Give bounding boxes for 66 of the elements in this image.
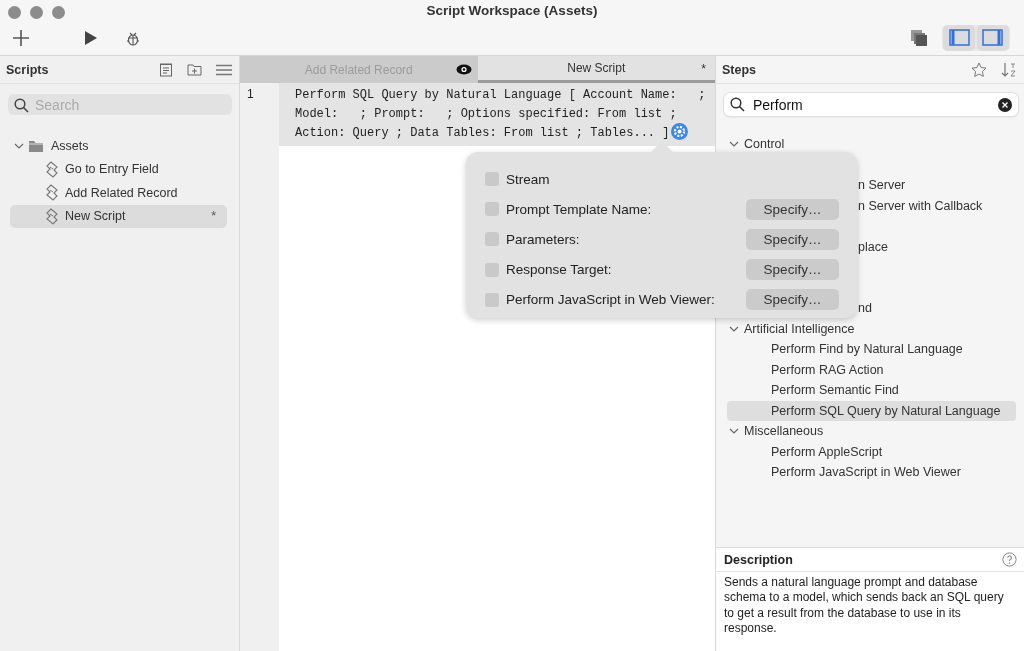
search-icon: [730, 97, 745, 112]
checkbox[interactable]: [485, 232, 499, 247]
option-label: Perform JavaScript in Web Viewer:: [506, 292, 715, 308]
zoom-button[interactable]: [52, 5, 65, 19]
play-icon[interactable]: [84, 30, 98, 46]
bug-icon[interactable]: [126, 30, 140, 46]
script-item[interactable]: Add Related Record: [10, 181, 227, 205]
description-text: Sends a natural language prompt and database schema to a model, which sends back an SQL query to get a result from the database to use in its response.: [723, 574, 1005, 637]
option-label: Prompt Template Name:: [506, 201, 652, 217]
script-item[interactable]: Go to Entry Field: [10, 157, 227, 181]
option-label: Parameters:: [506, 231, 580, 247]
left-pane-toggle-icon[interactable]: [943, 25, 975, 51]
pane-title: Steps: [722, 62, 757, 77]
description-title: Description: [724, 552, 793, 567]
tree-item[interactable]: Assets: [10, 134, 227, 158]
step-group[interactable]: Control: [716, 134, 1024, 155]
search-field[interactable]: Perform: [724, 93, 1018, 116]
star-icon[interactable]: [971, 61, 987, 78]
gear-icon: [671, 123, 689, 140]
checkbox[interactable]: [485, 172, 499, 187]
pane-title: Scripts: [6, 62, 49, 77]
step-item[interactable]: Perform Semantic Find: [727, 380, 1016, 401]
specify-button[interactable]: Specify…: [746, 228, 839, 250]
document-icon[interactable]: [159, 62, 173, 77]
script-step[interactable]: Perform SQL Query by Natural Language [ Account Name: ; Model: ; Prompt: ; Options specified: From list ; Action: Query ; Data Tables: From list ; Tables... ]: [279, 83, 715, 146]
script-tab[interactable]: New Script *: [477, 56, 715, 83]
new-folder-icon[interactable]: [187, 63, 202, 76]
add-icon[interactable]: [12, 29, 30, 47]
script-item[interactable]: New Script *: [10, 204, 227, 228]
checkbox[interactable]: [485, 262, 499, 277]
script-icon: [45, 184, 59, 202]
specify-button[interactable]: Specify…: [746, 259, 839, 281]
step-group[interactable]: Artificial Intelligence: [716, 318, 1024, 339]
right-pane-toggle-icon[interactable]: [977, 25, 1009, 51]
step-item[interactable]: Perform JavaScript in Web Viewer: [727, 462, 1016, 483]
close-button[interactable]: [8, 5, 21, 19]
line-number: 1: [240, 83, 279, 146]
checkbox[interactable]: [485, 292, 499, 307]
script-name: Go to Entry Field: [65, 162, 159, 177]
step-item[interactable]: Perform SQL Query by Natural Language: [727, 400, 1016, 421]
specify-button[interactable]: Specify…: [746, 198, 839, 220]
script-icon: [45, 160, 59, 178]
checkbox[interactable]: [485, 202, 499, 217]
option-label: Response Target:: [506, 262, 612, 278]
minimize-button[interactable]: [30, 5, 43, 19]
list-icon[interactable]: [216, 63, 232, 76]
script-icon: [45, 207, 59, 225]
tree-label: Assets: [51, 138, 89, 153]
script-name: New Script: [65, 209, 126, 224]
modified-mark: *: [211, 209, 216, 224]
help-icon[interactable]: [1002, 552, 1017, 567]
windows-icon[interactable]: [910, 29, 928, 47]
eye-icon: [455, 64, 472, 75]
search-field[interactable]: Search: [8, 94, 232, 115]
search-icon: [14, 98, 29, 113]
folder-icon: [28, 138, 44, 153]
clear-icon[interactable]: [998, 98, 1012, 112]
step-item[interactable]: Perform Find by Natural Language: [727, 339, 1016, 360]
window-title: Script Workspace (Assets): [426, 3, 598, 18]
step-item[interactable]: Perform RAG Action: [727, 359, 1016, 380]
specify-button[interactable]: Specify…: [746, 289, 839, 311]
step-item[interactable]: Perform AppleScript: [727, 441, 1016, 462]
option-label: Stream: [506, 171, 550, 187]
sort-icon[interactable]: [1001, 61, 1017, 78]
script-name: Add Related Record: [65, 185, 178, 200]
step-group[interactable]: Miscellaneous: [716, 421, 1024, 442]
